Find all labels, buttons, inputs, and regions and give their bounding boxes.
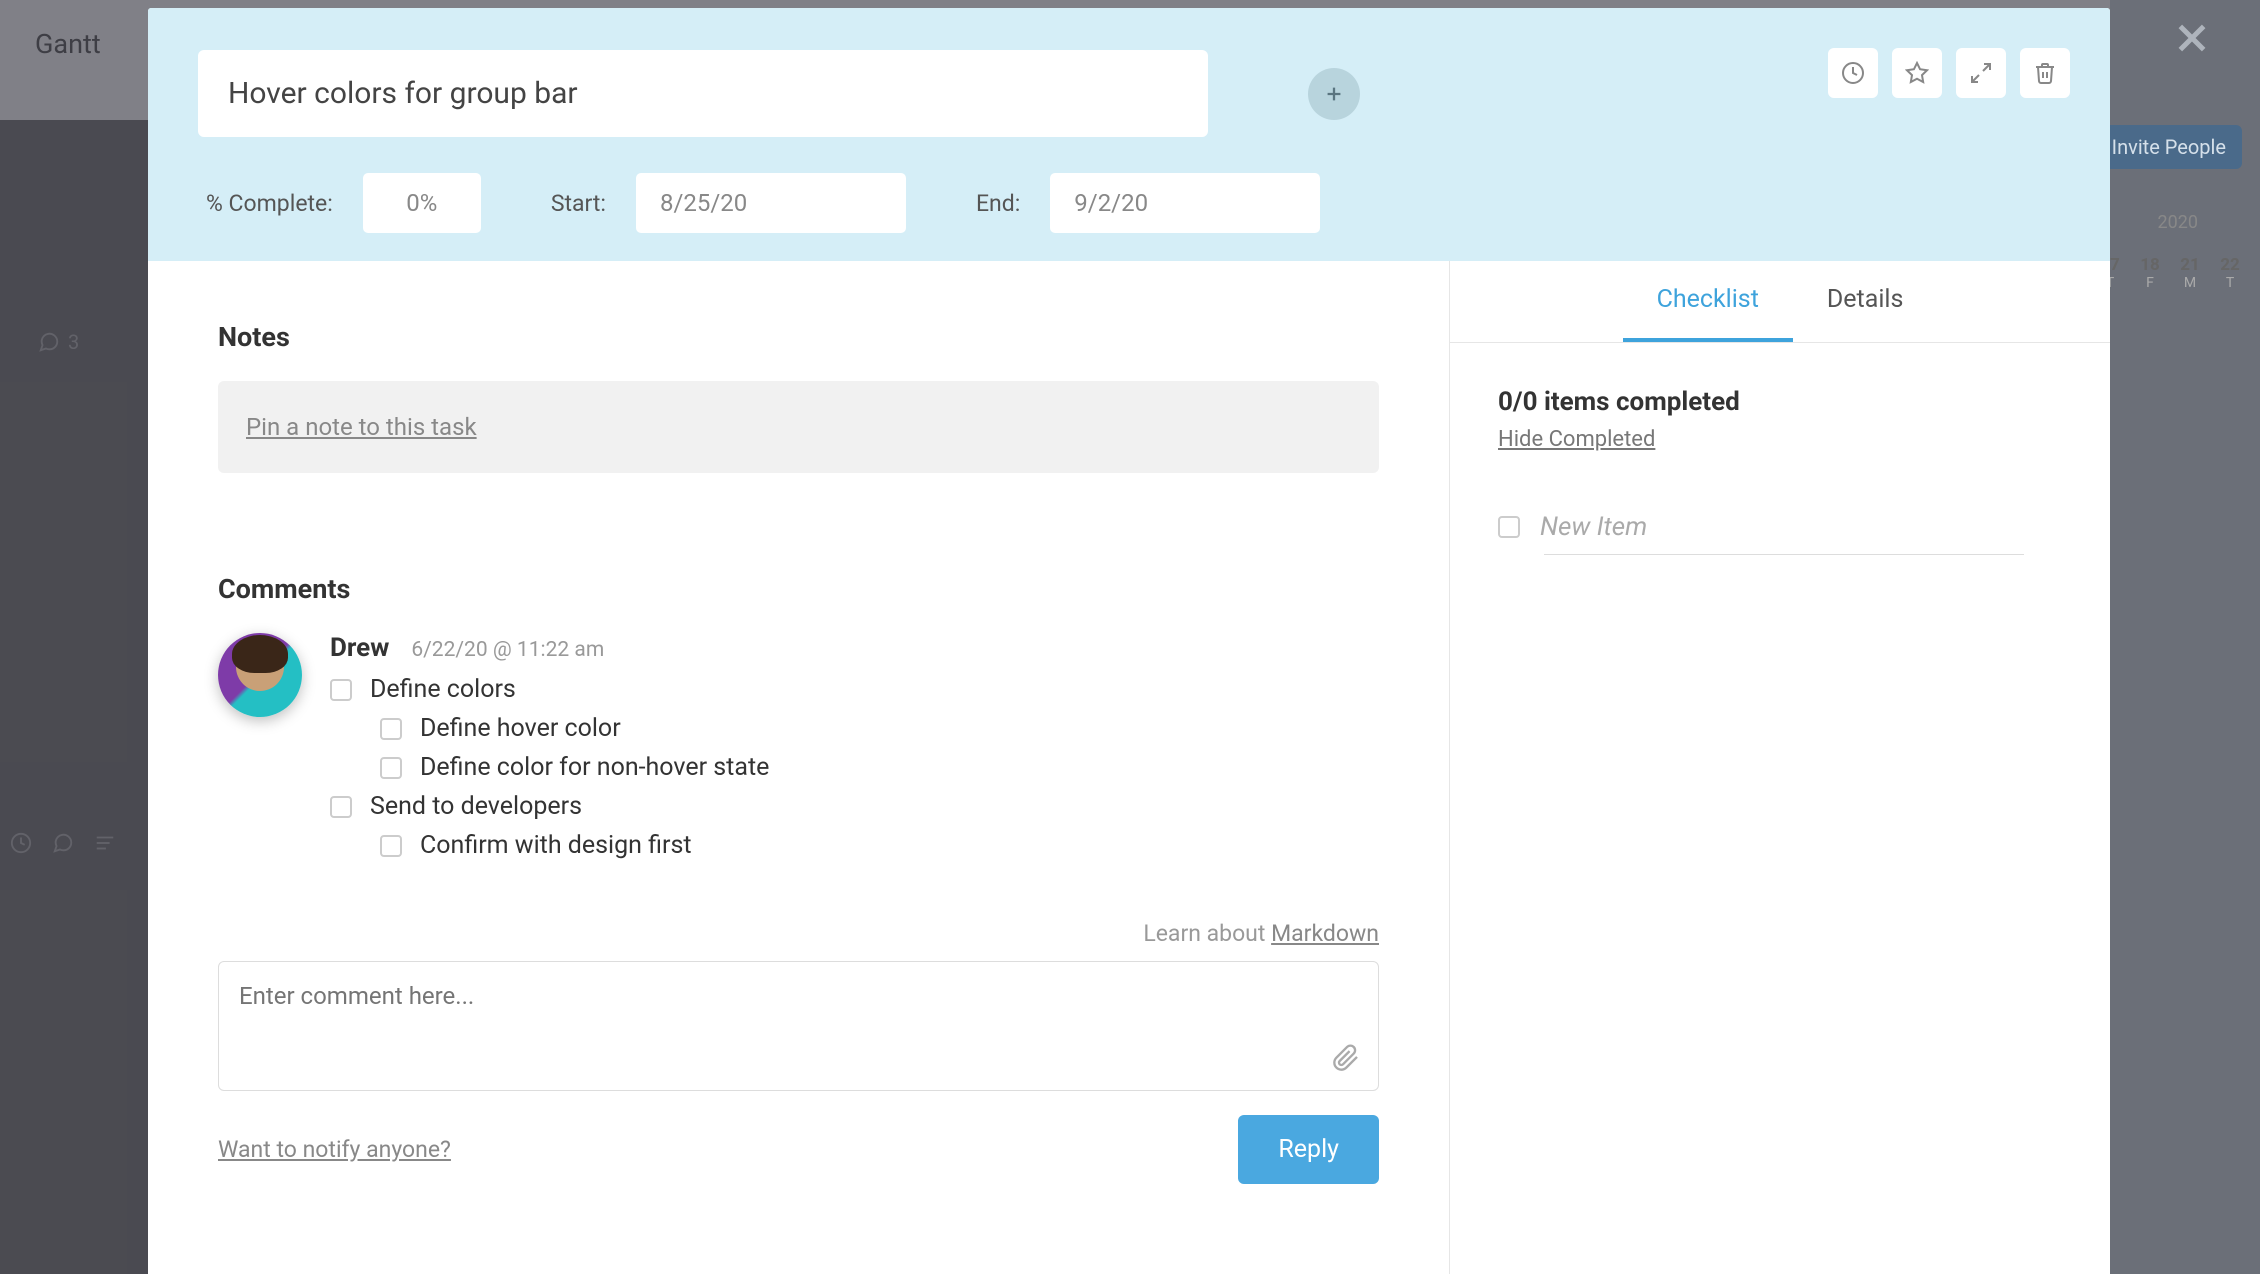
percent-complete-input[interactable]: [363, 173, 481, 233]
checkbox[interactable]: [380, 757, 402, 779]
comment-check-item: Define colors: [330, 675, 1379, 704]
start-date-label: Start:: [551, 190, 606, 217]
markdown-hint: Learn about Markdown: [218, 920, 1379, 947]
comment-input-wrap[interactable]: [218, 961, 1379, 1091]
end-date-label: End:: [976, 190, 1020, 217]
checkbox[interactable]: [380, 718, 402, 740]
star-button[interactable]: [1892, 48, 1942, 98]
comment-check-item: Confirm with design first: [380, 831, 1379, 860]
task-modal: % Complete: Start: End: Notes Pin a note…: [148, 8, 2110, 1274]
check-item-label: Define colors: [370, 675, 516, 704]
trash-icon: [2033, 61, 2057, 85]
notes-heading: Notes: [218, 321, 1379, 353]
history-button[interactable]: [1828, 48, 1878, 98]
checkbox[interactable]: [330, 796, 352, 818]
check-item-label: Define hover color: [420, 714, 621, 743]
check-item-label: Confirm with design first: [420, 831, 692, 860]
check-item-label: Send to developers: [370, 792, 582, 821]
plus-icon: [1323, 83, 1345, 105]
comment-item: Drew 6/22/20 @ 11:22 am Define colors De…: [218, 633, 1379, 870]
tab-checklist[interactable]: Checklist: [1623, 261, 1793, 342]
markdown-link[interactable]: Markdown: [1271, 920, 1379, 947]
task-title-input[interactable]: [198, 50, 1208, 137]
checkbox[interactable]: [1498, 516, 1520, 538]
comment-check-item: Send to developers: [330, 792, 1379, 821]
comment-check-item: Define color for non-hover state: [380, 753, 1379, 782]
avatar: [218, 633, 302, 717]
expand-button[interactable]: [1956, 48, 2006, 98]
checkbox[interactable]: [380, 835, 402, 857]
comments-heading: Comments: [218, 573, 1379, 605]
end-date-input[interactable]: [1050, 173, 1320, 233]
clock-icon: [1841, 61, 1865, 85]
add-assignee-button[interactable]: [1308, 68, 1360, 120]
notify-link[interactable]: Want to notify anyone?: [218, 1136, 451, 1163]
attach-button[interactable]: [1332, 1044, 1360, 1076]
timeline-dates: 17T 18F 21M 22T: [2095, 255, 2245, 291]
reply-button[interactable]: Reply: [1238, 1115, 1379, 1184]
expand-icon: [1969, 61, 1993, 85]
invite-people-button[interactable]: Invite People: [2096, 125, 2242, 169]
check-item-label: Define color for non-hover state: [420, 753, 769, 782]
delete-button[interactable]: [2020, 48, 2070, 98]
star-icon: [1905, 61, 1929, 85]
comment-author: Drew: [330, 633, 389, 663]
comment-check-item: Define hover color: [380, 714, 1379, 743]
pin-note-button[interactable]: Pin a note to this task: [218, 381, 1379, 473]
comment-input[interactable]: [239, 982, 1358, 1066]
close-icon: [2172, 18, 2212, 58]
percent-complete-label: % Complete:: [206, 190, 333, 217]
start-date-input[interactable]: [636, 173, 906, 233]
paperclip-icon: [1332, 1044, 1360, 1072]
hide-completed-link[interactable]: Hide Completed: [1498, 427, 1655, 452]
new-item-placeholder: New Item: [1540, 512, 1647, 542]
modal-header: % Complete: Start: End:: [148, 8, 2110, 261]
checklist-status: 0/0 items completed: [1498, 387, 2062, 417]
checkbox[interactable]: [330, 679, 352, 701]
timeline-year: 2020: [2158, 212, 2198, 233]
close-modal-button[interactable]: [2172, 18, 2212, 62]
tab-details[interactable]: Details: [1793, 261, 1938, 342]
new-checklist-item[interactable]: New Item: [1498, 512, 2062, 542]
comment-timestamp: 6/22/20 @ 11:22 am: [411, 638, 604, 662]
